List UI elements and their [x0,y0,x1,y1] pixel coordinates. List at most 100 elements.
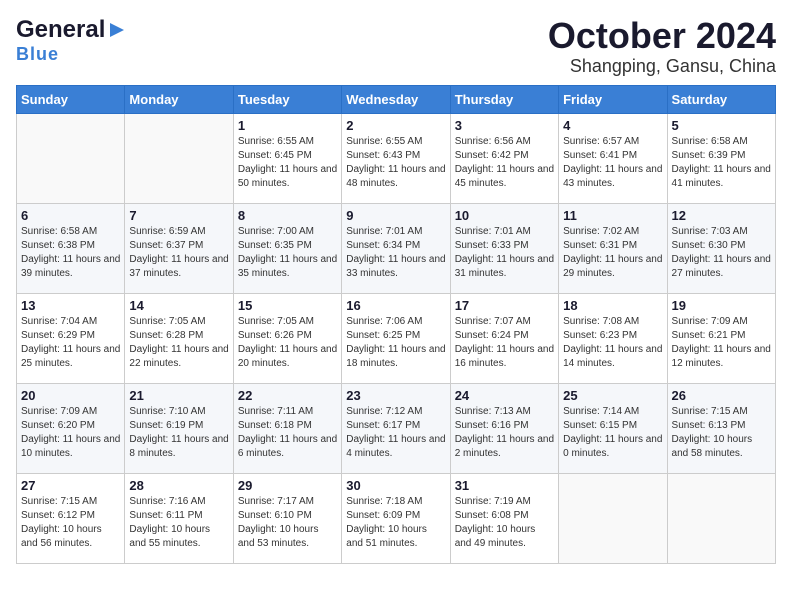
table-row: 5 Sunrise: 6:58 AMSunset: 6:39 PMDaylight… [667,113,775,203]
table-row: 4 Sunrise: 6:57 AMSunset: 6:41 PMDaylight… [559,113,667,203]
calendar: Sunday Monday Tuesday Wednesday Thursday… [16,85,776,564]
day-number: 29 [238,478,337,493]
table-row: 6Sunrise: 6:58 AMSunset: 6:38 PMDaylight… [17,203,125,293]
day-info: Sunrise: 6:58 AMSunset: 6:38 PMDaylight:… [21,225,120,281]
table-row [125,113,233,203]
logo-general: General [16,16,105,44]
day-info: Sunrise: 7:17 AMSunset: 6:10 PMDaylight:… [238,495,337,551]
day-info: Sunrise: 6:55 AMSunset: 6:45 PMDaylight:… [238,135,337,191]
day-info: Sunrise: 7:03 AMSunset: 6:30 PMDaylight:… [672,225,771,281]
day-info: Sunrise: 7:19 AMSunset: 6:08 PMDaylight:… [455,495,554,551]
day-info: Sunrise: 7:10 AMSunset: 6:19 PMDaylight:… [129,405,228,461]
day-number: 10 [455,208,554,223]
day-info: Sunrise: 7:02 AMSunset: 6:31 PMDaylight:… [563,225,662,281]
day-info: Sunrise: 7:15 AMSunset: 6:13 PMDaylight:… [672,405,771,461]
table-row: 13Sunrise: 7:04 AMSunset: 6:29 PMDayligh… [17,293,125,383]
day-number: 12 [672,208,771,223]
table-row: 24 Sunrise: 7:13 AMSunset: 6:16 PMDayligh… [450,383,558,473]
header: General Blue October 2024 Shangping, Gan… [16,16,776,77]
table-row: 10 Sunrise: 7:01 AMSunset: 6:33 PMDayligh… [450,203,558,293]
table-row: 22Sunrise: 7:11 AMSunset: 6:18 PMDayligh… [233,383,341,473]
table-row: 12 Sunrise: 7:03 AMSunset: 6:30 PMDayligh… [667,203,775,293]
day-number: 9 [346,208,445,223]
calendar-week-row: 20 Sunrise: 7:09 AMSunset: 6:20 PMDayligh… [17,383,776,473]
day-number: 24 [455,388,554,403]
day-info: Sunrise: 7:09 AMSunset: 6:20 PMDaylight:… [21,405,120,461]
header-thursday: Thursday [450,85,558,113]
day-number: 7 [129,208,228,223]
table-row: 9 Sunrise: 7:01 AMSunset: 6:34 PMDaylight… [342,203,450,293]
logo-blue: Blue [16,44,59,65]
day-number: 26 [672,388,771,403]
day-number: 13 [21,298,120,313]
day-number: 15 [238,298,337,313]
table-row: 20 Sunrise: 7:09 AMSunset: 6:20 PMDayligh… [17,383,125,473]
day-info: Sunrise: 7:07 AMSunset: 6:24 PMDaylight:… [455,315,554,371]
day-info: Sunrise: 7:16 AMSunset: 6:11 PMDaylight:… [129,495,228,551]
calendar-week-row: 27 Sunrise: 7:15 AMSunset: 6:12 PMDayligh… [17,473,776,563]
day-info: Sunrise: 6:57 AMSunset: 6:41 PMDaylight:… [563,135,662,191]
calendar-header-row: Sunday Monday Tuesday Wednesday Thursday… [17,85,776,113]
header-tuesday: Tuesday [233,85,341,113]
day-info: Sunrise: 7:01 AMSunset: 6:34 PMDaylight:… [346,225,445,281]
header-saturday: Saturday [667,85,775,113]
day-number: 8 [238,208,337,223]
day-info: Sunrise: 6:56 AMSunset: 6:42 PMDaylight:… [455,135,554,191]
day-info: Sunrise: 7:11 AMSunset: 6:18 PMDaylight:… [238,405,337,461]
day-info: Sunrise: 7:15 AMSunset: 6:12 PMDaylight:… [21,495,120,551]
calendar-week-row: 13Sunrise: 7:04 AMSunset: 6:29 PMDayligh… [17,293,776,383]
table-row: 19Sunrise: 7:09 AMSunset: 6:21 PMDayligh… [667,293,775,383]
table-row: 27 Sunrise: 7:15 AMSunset: 6:12 PMDayligh… [17,473,125,563]
month-title: October 2024 [548,16,776,56]
table-row: 11Sunrise: 7:02 AMSunset: 6:31 PMDayligh… [559,203,667,293]
table-row: 7 Sunrise: 6:59 AMSunset: 6:37 PMDaylight… [125,203,233,293]
day-number: 27 [21,478,120,493]
day-info: Sunrise: 6:55 AMSunset: 6:43 PMDaylight:… [346,135,445,191]
day-number: 25 [563,388,662,403]
table-row: 8 Sunrise: 7:00 AMSunset: 6:35 PMDaylight… [233,203,341,293]
day-info: Sunrise: 7:13 AMSunset: 6:16 PMDaylight:… [455,405,554,461]
table-row: 17 Sunrise: 7:07 AMSunset: 6:24 PMDayligh… [450,293,558,383]
day-number: 17 [455,298,554,313]
table-row: 1 Sunrise: 6:55 AMSunset: 6:45 PMDaylight… [233,113,341,203]
table-row [667,473,775,563]
day-number: 19 [672,298,771,313]
calendar-week-row: 1 Sunrise: 6:55 AMSunset: 6:45 PMDaylight… [17,113,776,203]
table-row: 25 Sunrise: 7:14 AMSunset: 6:15 PMDayligh… [559,383,667,473]
day-info: Sunrise: 7:00 AMSunset: 6:35 PMDaylight:… [238,225,337,281]
logo-icon [106,19,128,41]
header-wednesday: Wednesday [342,85,450,113]
day-info: Sunrise: 7:14 AMSunset: 6:15 PMDaylight:… [563,405,662,461]
table-row [559,473,667,563]
day-number: 4 [563,118,662,133]
day-info: Sunrise: 7:05 AMSunset: 6:28 PMDaylight:… [129,315,228,371]
title-area: October 2024 Shangping, Gansu, China [548,16,776,77]
table-row: 3 Sunrise: 6:56 AMSunset: 6:42 PMDaylight… [450,113,558,203]
calendar-week-row: 6Sunrise: 6:58 AMSunset: 6:38 PMDaylight… [17,203,776,293]
day-info: Sunrise: 7:12 AMSunset: 6:17 PMDaylight:… [346,405,445,461]
day-number: 3 [455,118,554,133]
day-info: Sunrise: 7:18 AMSunset: 6:09 PMDaylight:… [346,495,445,551]
day-number: 23 [346,388,445,403]
table-row: 15Sunrise: 7:05 AMSunset: 6:26 PMDayligh… [233,293,341,383]
day-number: 5 [672,118,771,133]
table-row: 26 Sunrise: 7:15 AMSunset: 6:13 PMDayligh… [667,383,775,473]
day-number: 18 [563,298,662,313]
day-number: 30 [346,478,445,493]
table-row [17,113,125,203]
day-info: Sunrise: 7:01 AMSunset: 6:33 PMDaylight:… [455,225,554,281]
day-number: 28 [129,478,228,493]
header-sunday: Sunday [17,85,125,113]
day-info: Sunrise: 7:08 AMSunset: 6:23 PMDaylight:… [563,315,662,371]
day-number: 2 [346,118,445,133]
day-number: 1 [238,118,337,133]
day-number: 31 [455,478,554,493]
header-monday: Monday [125,85,233,113]
day-number: 20 [21,388,120,403]
day-info: Sunrise: 6:58 AMSunset: 6:39 PMDaylight:… [672,135,771,191]
location-title: Shangping, Gansu, China [548,56,776,77]
day-info: Sunrise: 6:59 AMSunset: 6:37 PMDaylight:… [129,225,228,281]
table-row: 30 Sunrise: 7:18 AMSunset: 6:09 PMDayligh… [342,473,450,563]
day-number: 21 [129,388,228,403]
table-row: 29 Sunrise: 7:17 AMSunset: 6:10 PMDayligh… [233,473,341,563]
